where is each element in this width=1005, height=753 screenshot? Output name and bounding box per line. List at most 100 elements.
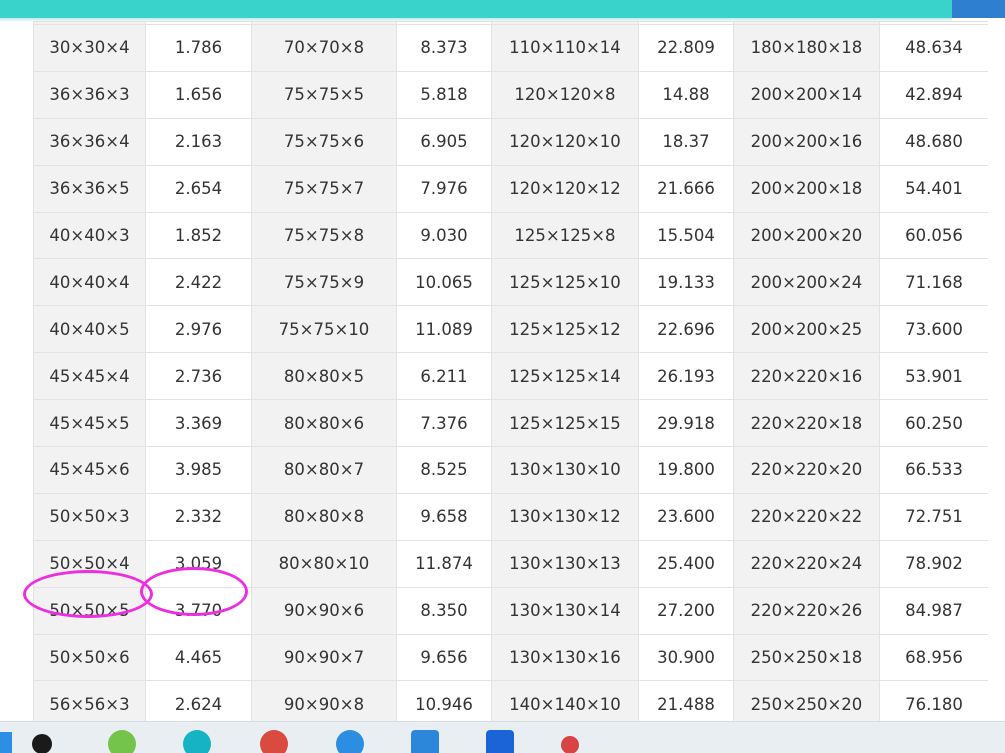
spec-cell: 45×45×6 — [33, 446, 146, 494]
weight-cell: 29.918 — [638, 399, 734, 448]
weight-cell: 48.680 — [879, 117, 988, 166]
spec-cell: 75×75×5 — [251, 70, 397, 119]
spec-cell: 40×40×5 — [33, 305, 146, 354]
weight-cell: 11.089 — [396, 305, 492, 354]
weight-cell: 76.180 — [879, 680, 988, 721]
weight-cell: 8.350 — [396, 586, 492, 635]
table-row: 56×56×3 2.624 90×90×8 10.946 140×140×10 21.48… — [33, 680, 988, 721]
weight-cell: 19.133 — [638, 258, 734, 307]
weight-cell: 71.168 — [879, 258, 988, 307]
weight-cell: 2.736 — [145, 352, 252, 401]
spec-cell: 220×220×24 — [733, 539, 880, 588]
spec-cell: 90×90×6 — [251, 586, 397, 635]
spec-cell: 120×120×10 — [491, 117, 639, 166]
weight-cell: 30.900 — [638, 633, 734, 682]
weight-cell: 53.901 — [879, 352, 988, 401]
spec-cell: 80×80×8 — [251, 492, 397, 541]
windows-start-icon[interactable] — [0, 732, 12, 753]
table-row: 50×50×4 3.059 80×80×10 11.874 130×130×13 25.4… — [33, 539, 988, 588]
weight-cell: 3.059 — [145, 539, 252, 588]
weight-cell: 23.600 — [638, 492, 734, 541]
spec-cell: 90×90×7 — [251, 633, 397, 682]
weight-cell: 78.902 — [879, 539, 988, 588]
table-body: 30×30×4 1.786 70×70×8 8.373 110×110×14 22.809… — [33, 21, 988, 721]
weight-cell: 5.818 — [396, 70, 492, 119]
spec-cell: 50×50×3 — [33, 492, 146, 541]
weight-cell: 2.422 — [145, 258, 252, 307]
weight-cell: 19.800 — [638, 446, 734, 494]
weight-cell: 18.37 — [638, 117, 734, 166]
green-app-icon[interactable] — [108, 730, 136, 753]
spec-cell: 75×75×9 — [251, 258, 397, 307]
spec-cell: 70×70×8 — [251, 24, 397, 72]
blue-app-icon[interactable] — [336, 730, 364, 753]
spec-cell: 36×36×3 — [33, 70, 146, 119]
spec-cell: 200×200×16 — [733, 117, 880, 166]
weight-cell: 42.894 — [879, 70, 988, 119]
spec-cell: 250×250×18 — [733, 633, 880, 682]
weight-cell: 10.065 — [396, 258, 492, 307]
weight-cell: 22.696 — [638, 305, 734, 354]
blue-square-app-icon[interactable] — [411, 730, 439, 753]
spec-cell: 130×130×12 — [491, 492, 639, 541]
table-row: 40×40×5 2.976 75×75×10 11.089 125×125×12 22.6… — [33, 305, 988, 354]
weight-cell: 14.88 — [638, 70, 734, 119]
weight-cell: 8.525 — [396, 446, 492, 494]
red-app-icon[interactable] — [260, 730, 288, 753]
spec-cell: 200×200×24 — [733, 258, 880, 307]
table-row: 45×45×6 3.985 80×80×7 8.525 130×130×10 19.800… — [33, 446, 988, 494]
weight-cell: 21.666 — [638, 164, 734, 213]
weight-cell: 27.200 — [638, 586, 734, 635]
spec-cell: 45×45×4 — [33, 352, 146, 401]
spec-cell: 75×75×10 — [251, 305, 397, 354]
weight-cell: 48.634 — [879, 24, 988, 72]
weight-cell: 3.985 — [145, 446, 252, 494]
spec-cell: 220×220×20 — [733, 446, 880, 494]
table-row: 40×40×3 1.852 75×75×8 9.030 125×125×8 15.504 2… — [33, 211, 988, 260]
spec-cell: 125×125×15 — [491, 399, 639, 448]
spec-cell: 90×90×8 — [251, 680, 397, 721]
weight-cell: 3.369 — [145, 399, 252, 448]
weight-cell: 10.946 — [396, 680, 492, 721]
spec-cell: 40×40×4 — [33, 258, 146, 307]
spec-cell: 130×130×13 — [491, 539, 639, 588]
spec-cell: 125×125×10 — [491, 258, 639, 307]
spec-cell: 80×80×5 — [251, 352, 397, 401]
weight-cell: 60.250 — [879, 399, 988, 448]
weight-cell: 21.488 — [638, 680, 734, 721]
weight-cell: 15.504 — [638, 211, 734, 260]
spec-cell: 45×45×5 — [33, 399, 146, 448]
table-row: 36×36×3 1.656 75×75×5 5.818 120×120×8 14.88 20… — [33, 70, 988, 119]
spec-cell: 120×120×12 — [491, 164, 639, 213]
spec-cell: 220×220×26 — [733, 586, 880, 635]
dark-blue-app-icon[interactable] — [486, 730, 514, 753]
app-icon[interactable] — [32, 734, 52, 753]
angle-steel-weight-table: 30×30×4 1.786 70×70×8 8.373 110×110×14 22.809… — [33, 21, 988, 721]
weight-cell: 22.809 — [638, 24, 734, 72]
spec-cell: 50×50×5 — [33, 586, 146, 635]
spec-cell: 200×200×25 — [733, 305, 880, 354]
spec-cell: 200×200×20 — [733, 211, 880, 260]
spec-cell: 30×30×4 — [33, 24, 146, 72]
weight-cell: 7.976 — [396, 164, 492, 213]
weight-cell: 84.987 — [879, 586, 988, 635]
weight-cell: 9.656 — [396, 633, 492, 682]
spec-cell: 220×220×22 — [733, 492, 880, 541]
spec-cell: 80×80×7 — [251, 446, 397, 494]
teal-app-icon[interactable] — [183, 730, 211, 753]
table-row: 40×40×4 2.422 75×75×9 10.065 125×125×10 19.13… — [33, 258, 988, 307]
table-row: 50×50×6 4.465 90×90×7 9.656 130×130×16 30.900… — [33, 633, 988, 682]
taskbar — [0, 721, 1005, 753]
weight-cell: 3.770 — [145, 586, 252, 635]
spec-cell: 50×50×6 — [33, 633, 146, 682]
spec-cell: 220×220×16 — [733, 352, 880, 401]
weight-cell: 54.401 — [879, 164, 988, 213]
spec-cell: 75×75×7 — [251, 164, 397, 213]
spec-cell: 40×40×3 — [33, 211, 146, 260]
table-row: 36×36×4 2.163 75×75×6 6.905 120×120×10 18.37 2… — [33, 117, 988, 166]
weight-cell: 2.332 — [145, 492, 252, 541]
red-app-icon-small[interactable] — [561, 736, 579, 753]
spec-cell: 110×110×14 — [491, 24, 639, 72]
table-row: 50×50×5 3.770 90×90×6 8.350 130×130×14 27.200… — [33, 586, 988, 635]
weight-cell: 9.030 — [396, 211, 492, 260]
